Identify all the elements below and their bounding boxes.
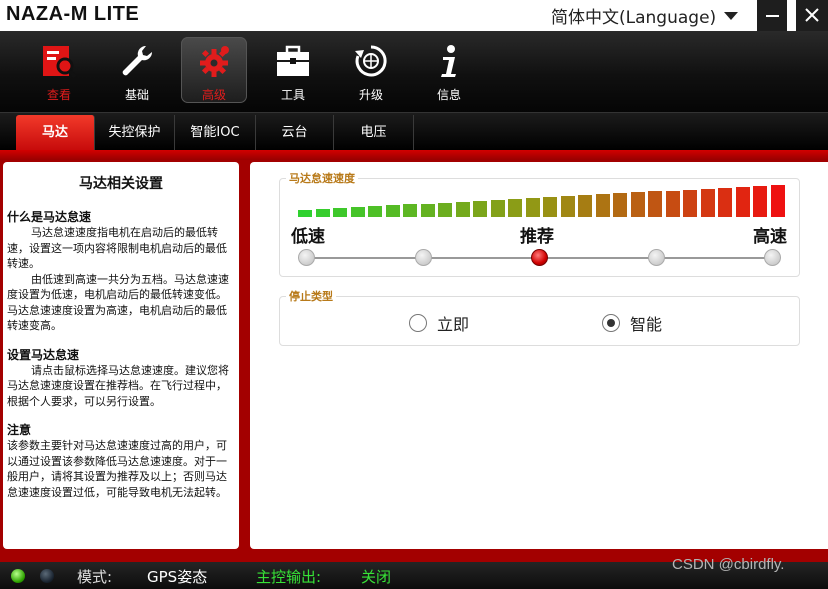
language-label: 简体中文(Language) — [551, 7, 717, 28]
speed-slider-stop[interactable] — [647, 249, 665, 266]
status-led-green — [11, 569, 25, 583]
speed-bar — [613, 193, 627, 217]
help-paragraph: 请点击鼠标选择马达怠速速度。建议您将马达怠速速度设置在推荐档。在飞行过程中，根据… — [7, 363, 229, 408]
speed-bar — [403, 204, 417, 217]
tool-tools[interactable]: 工具 — [260, 37, 326, 103]
speed-bar — [578, 195, 592, 217]
speed-slider-stop[interactable] — [414, 249, 432, 266]
idle-speed-group: 马达怠速速度 低速 推荐 高速 — [279, 170, 800, 277]
watermark: CSDN @cbirdfly. — [672, 556, 785, 573]
speed-bar — [473, 200, 487, 217]
toolbox-icon — [277, 45, 309, 76]
output-value: 关闭 — [361, 568, 392, 586]
speed-bar — [630, 192, 645, 217]
help-paragraph: 由低速到高速一共分为五档。马达怠速速度设置为低速，电机启动后的最低转速变低。马达… — [7, 272, 229, 333]
speed-bar — [438, 202, 452, 217]
speed-bar — [683, 189, 697, 217]
tool-basic[interactable]: 基础 — [104, 37, 170, 103]
speed-bar — [560, 196, 575, 217]
settings-panel: 马达怠速速度 低速 推荐 高速 停止类型 立即 智能 — [250, 162, 828, 549]
tool-view-label: 查看 — [46, 88, 71, 102]
speed-bar — [543, 197, 557, 217]
speed-bar — [525, 197, 540, 217]
minimize-button[interactable] — [757, 0, 787, 31]
tab-intelligent-ioc[interactable]: 智能IOC — [175, 115, 256, 151]
speed-label-high: 高速 — [753, 227, 787, 247]
minimize-icon — [766, 15, 779, 17]
tab-voltage[interactable]: 电压 — [334, 115, 414, 151]
tool-tools-label: 工具 — [280, 88, 305, 102]
speed-bar — [718, 187, 732, 217]
sub-tab-bar: 马达 失控保护 智能IOC 云台 电压 — [0, 112, 828, 151]
speed-bar — [753, 185, 767, 217]
tool-upgrade[interactable]: 升级 — [338, 37, 404, 103]
radio-immediate-circle[interactable] — [409, 314, 427, 332]
mode-label: 模式: — [77, 568, 113, 586]
chevron-down-icon — [724, 12, 739, 20]
tool-info-label: 信息 — [436, 88, 461, 102]
speed-bar — [420, 203, 435, 217]
view-search-icon — [43, 46, 77, 79]
help-panel: 马达相关设置 什么是马达怠速 马达怠速速度指电机在启动后的最低转速，设置这一项内… — [3, 162, 239, 549]
close-button[interactable] — [796, 0, 828, 31]
speed-bar — [700, 188, 715, 217]
speed-bar — [508, 198, 522, 217]
info-icon — [441, 45, 456, 77]
wrench-icon — [122, 45, 153, 76]
speed-slider-stop-selected[interactable] — [531, 249, 548, 266]
main-toolbar: 查看 基础 高级 工具 升级 信息 — [0, 31, 828, 112]
app-title: NAZA-M LITE — [6, 3, 140, 25]
tool-advanced-label: 高级 — [201, 88, 226, 102]
help-paragraph: 该参数主要针对马达怠速速度过高的用户，可以通过设置该参数降低马达怠速速度。对于一… — [7, 439, 227, 499]
speed-bar — [770, 185, 785, 217]
content-area: 马达相关设置 什么是马达怠速 马达怠速速度指电机在启动后的最低转速，设置这一项内… — [0, 160, 828, 562]
speed-bar — [648, 191, 662, 217]
speed-bar — [735, 186, 750, 217]
radio-immediate[interactable]: 立即 — [409, 311, 469, 335]
tool-view[interactable]: 查看 — [26, 37, 92, 103]
speed-bar — [368, 206, 382, 217]
radio-smart-label: 智能 — [630, 315, 663, 334]
speed-bar — [595, 194, 610, 217]
help-title: 马达相关设置 — [79, 176, 163, 192]
speed-bar — [333, 208, 347, 217]
speed-bar — [350, 207, 365, 217]
tab-motor[interactable]: 马达 — [16, 115, 95, 151]
title-bar: NAZA-M LITE 简体中文(Language) — [0, 0, 828, 31]
idle-speed-legend: 马达怠速速度 — [286, 170, 358, 186]
speed-gradient-bars — [298, 185, 788, 217]
speed-bar — [298, 210, 312, 217]
speed-bar — [315, 209, 330, 217]
speed-label-recommended: 推荐 — [520, 227, 554, 247]
stop-type-legend: 停止类型 — [286, 288, 336, 304]
radio-smart[interactable]: 智能 — [602, 311, 662, 335]
tool-info[interactable]: 信息 — [416, 37, 482, 103]
speed-bar — [385, 205, 400, 217]
tab-failsafe[interactable]: 失控保护 — [95, 115, 175, 151]
speed-bar — [665, 190, 680, 217]
help-section-heading: 注意 — [7, 423, 32, 437]
output-label: 主控输出: — [256, 568, 322, 586]
tool-advanced[interactable]: 高级 — [181, 37, 247, 103]
tab-gimbal[interactable]: 云台 — [256, 115, 334, 151]
upgrade-icon — [355, 45, 387, 77]
status-led-blue — [40, 569, 54, 583]
language-dropdown[interactable]: 简体中文(Language) — [551, 3, 739, 28]
speed-slider-stop[interactable] — [764, 249, 781, 266]
radio-smart-circle[interactable] — [602, 314, 620, 332]
help-section-heading: 什么是马达怠速 — [7, 210, 92, 224]
tool-upgrade-label: 升级 — [358, 88, 383, 102]
speed-label-low: 低速 — [291, 227, 325, 247]
radio-immediate-label: 立即 — [437, 315, 470, 334]
speed-slider-stop[interactable] — [298, 249, 315, 266]
close-icon — [805, 8, 819, 22]
help-paragraph: 马达怠速速度指电机在启动后的最低转速，设置这一项内容将限制电机启动后的最低转速。 — [7, 226, 227, 270]
mode-value: GPS姿态 — [147, 568, 208, 586]
gear-icon — [200, 46, 229, 77]
help-section-heading: 设置马达怠速 — [7, 347, 80, 362]
speed-bar — [490, 199, 505, 217]
tool-basic-label: 基础 — [124, 88, 149, 102]
stop-type-group: 停止类型 立即 智能 — [279, 288, 800, 346]
speed-bar — [455, 201, 470, 217]
